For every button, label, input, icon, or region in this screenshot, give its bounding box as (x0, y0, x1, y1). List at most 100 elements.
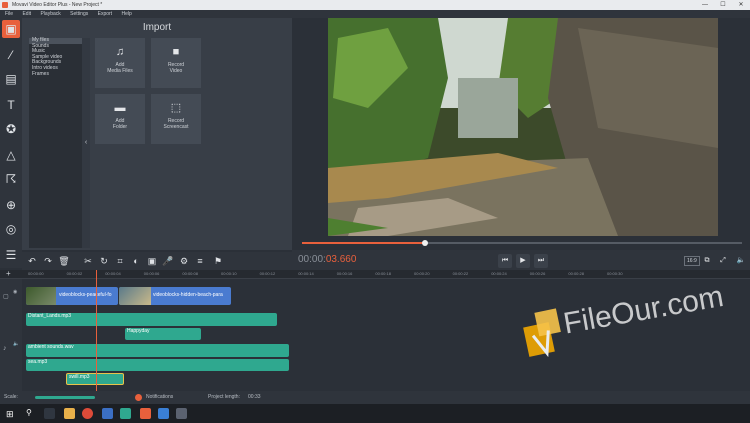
properties-icon[interactable]: ▣ (146, 255, 158, 267)
previous-frame-button[interactable]: ⏮ (498, 254, 512, 268)
app-icon[interactable] (120, 408, 131, 419)
project-length-value: 00:33 (248, 394, 261, 400)
ruler-tick-label: 00:00:20 (414, 271, 430, 276)
clip-thumbnail (26, 287, 56, 305)
import-icon[interactable]: ▣ (2, 20, 20, 38)
color-adjust-icon[interactable]: ◐ (130, 255, 142, 267)
ruler-tick-label: 00:00:10 (221, 271, 237, 276)
app-icon[interactable] (176, 408, 187, 419)
file-explorer-icon[interactable] (64, 408, 75, 419)
maximize-icon[interactable]: ☐ (714, 0, 732, 10)
play-button[interactable]: ▶ (516, 254, 530, 268)
record-video-button[interactable]: ■ Record Video (151, 38, 201, 88)
ruler-tick-label: 00:00:06 (143, 271, 160, 276)
import-title: Import (142, 22, 172, 33)
redo-icon[interactable]: ↷ (42, 255, 54, 267)
audio-track-icon: ♪ (3, 345, 7, 352)
notifications-button[interactable]: Notifications (146, 391, 173, 404)
menu-file[interactable]: File (5, 10, 13, 18)
delete-icon[interactable]: 🗑 (58, 255, 70, 267)
track-headers: ▢ ◉ ♪ 🔈 (0, 279, 22, 391)
seek-handle[interactable] (422, 240, 429, 246)
menu-playback[interactable]: Playback (40, 10, 60, 18)
audio-clip-selected[interactable]: swill.mp3 (66, 373, 124, 385)
playback-controls: 00:00:03.660 ⏮ ▶ ⏭ 16:9 ⧉ ⤢ 🔈 (292, 250, 750, 272)
scale-slider[interactable] (35, 396, 95, 399)
zoom-icon[interactable]: ⊕ (2, 196, 20, 214)
word-icon[interactable] (102, 408, 113, 419)
windows-start-icon[interactable]: ⊞ (6, 409, 14, 420)
scale-label: Scale: (4, 394, 18, 400)
ruler-tick-label: 00:00:02 (66, 271, 83, 276)
menu-icon[interactable]: ☰ (2, 246, 20, 264)
undo-icon[interactable]: ↶ (26, 255, 38, 267)
ruler-tick-label: 00:00:26 (529, 271, 546, 276)
menu-export[interactable]: Export (98, 10, 112, 18)
status-bar: Scale: Notifications Project length: 00:… (0, 391, 750, 404)
text-icon[interactable]: T (2, 96, 20, 114)
category-list: My files Sounds Music Sample video Backg… (29, 37, 89, 248)
next-frame-button[interactable]: ⏭ (534, 254, 548, 268)
visibility-icon[interactable]: ◉ (13, 289, 17, 295)
ruler-tick-label: 00:00:12 (259, 271, 276, 276)
add-media-files-button[interactable]: ♫ Add Media Files (95, 38, 145, 88)
volume-icon[interactable]: 🔈 (734, 254, 748, 268)
magic-wand-icon[interactable]: ⁄ (2, 46, 20, 64)
star-icon[interactable]: ✪ (2, 120, 20, 138)
search-icon[interactable]: ⚲ (26, 408, 32, 417)
video-clip[interactable]: videoblocks-hidden-beach-para (119, 287, 231, 305)
ruler-tick-label: 00:00:24 (491, 271, 507, 276)
task-view-icon[interactable] (44, 408, 55, 419)
collapse-panel-button[interactable]: ‹ (82, 38, 90, 248)
menu-help[interactable]: Help (121, 10, 131, 18)
screencast-icon: ⬚ (170, 102, 182, 114)
media-files-icon: ♫ (115, 46, 125, 58)
close-icon[interactable]: ✕ (732, 0, 750, 10)
chrome-icon[interactable] (82, 408, 93, 419)
window-title: Movavi Video Editor Plus - New Project * (12, 2, 103, 8)
microphone-icon[interactable]: 🎤 (162, 255, 174, 267)
category-item[interactable]: Frames (29, 71, 89, 78)
audio-clip[interactable]: Distant_Lands.mp3 (26, 313, 277, 326)
add-folder-button[interactable]: ▬ Add Folder (95, 94, 145, 144)
aspect-ratio-button[interactable]: 16:9 (684, 256, 700, 266)
movavi-icon[interactable] (140, 408, 151, 419)
edit-toolbar: ↶ ↷ 🗑 ✂ ↻ ⌗ ◐ ▣ 🎤 ⚙ ≡ ⚑ (22, 252, 292, 270)
folder-icon: ▬ (114, 102, 126, 114)
fullscreen-icon[interactable]: ⤢ (716, 254, 730, 268)
audio-clip[interactable]: Happyday (125, 328, 201, 340)
settings-icon[interactable]: ⚙ (178, 255, 190, 267)
video-preview[interactable] (328, 18, 718, 236)
menu-edit[interactable]: Edit (22, 10, 31, 18)
popout-icon[interactable]: ⧉ (700, 254, 714, 268)
record-screencast-button[interactable]: ⬚ Record Screencast (151, 94, 201, 144)
preview-seekbar[interactable] (302, 240, 742, 246)
webcam-icon[interactable]: ◎ (2, 220, 20, 238)
timeline-ruler[interactable]: + 00:00:00 00:00:02 00:00:04 00:00:06 00:00:… (0, 269, 750, 279)
cut-icon[interactable]: ✂ (82, 255, 94, 267)
video-clip[interactable]: videoblocks-peaceful-fo (26, 287, 118, 305)
menu-settings[interactable]: Settings (70, 10, 88, 18)
filmstrip-icon[interactable]: ▤ (2, 70, 20, 88)
app-icon[interactable] (158, 408, 169, 419)
crop-icon[interactable]: ⌗ (114, 255, 126, 267)
shapes-icon[interactable]: △ (2, 146, 20, 164)
audio-clip[interactable]: ambient sounds.wav (26, 344, 289, 357)
timecode: 00:00:03.660 (298, 254, 357, 265)
audio-clip[interactable]: sea.mp3 (26, 359, 289, 371)
project-length-label: Project length: (208, 394, 240, 400)
equalizer-icon[interactable]: ≡ (194, 255, 206, 267)
playhead[interactable] (96, 270, 97, 395)
menu-bar: File Edit Playback Settings Export Help (0, 10, 750, 18)
mute-icon[interactable]: 🔈 (13, 341, 19, 347)
video-track-icon: ▢ (3, 294, 9, 300)
rotate-icon[interactable]: ↻ (98, 255, 110, 267)
taskbar: ⊞ ⚲ (0, 404, 750, 423)
ruler-tick-label: 00:00:04 (105, 271, 121, 276)
running-man-icon[interactable]: ☈ (2, 170, 20, 188)
ruler-tick-label: 00:00:08 (182, 271, 198, 276)
import-panel: Import My files Sounds Music Sample vide… (22, 18, 292, 250)
marker-icon[interactable]: ⚑ (212, 255, 224, 267)
minimize-icon[interactable]: — (696, 0, 714, 10)
add-track-icon[interactable]: + (6, 269, 11, 278)
